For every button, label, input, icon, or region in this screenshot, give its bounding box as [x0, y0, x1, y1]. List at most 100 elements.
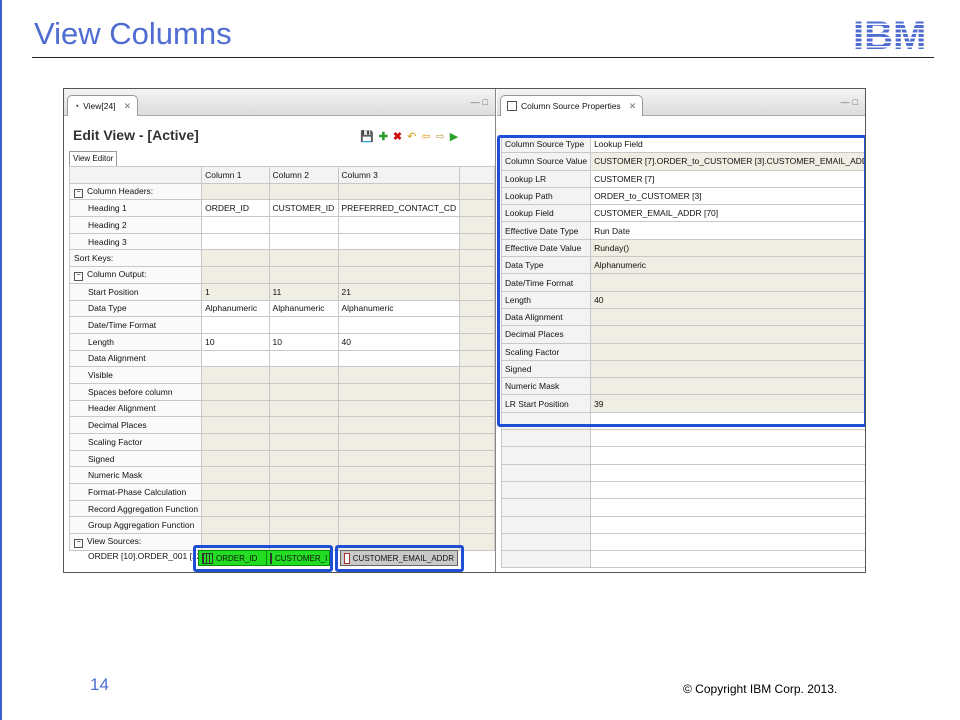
undo-icon[interactable]: ↶ — [407, 130, 416, 143]
source-cell-column-3[interactable]: CUSTOMER_EMAIL_ADDR — [340, 550, 458, 566]
column-header-2[interactable]: Column 2 — [268, 166, 339, 184]
grid-cell[interactable] — [201, 366, 270, 384]
grid-cell[interactable] — [268, 516, 339, 535]
grid-cell[interactable] — [337, 433, 461, 451]
grid-cell[interactable]: Alphanumeric — [201, 299, 270, 318]
tab-view[interactable]: ◔ View[24] ✕ — [67, 95, 139, 116]
delete-icon[interactable]: ✖ — [393, 130, 402, 143]
column-header-3[interactable]: Column 3 — [337, 166, 461, 184]
grid-header-row: Column 1 Column 2 Column 3 — [68, 166, 495, 184]
minimize-icon[interactable]: — — [841, 97, 853, 107]
grid-cell[interactable] — [268, 483, 339, 501]
grid-cell[interactable]: 11 — [268, 282, 339, 301]
table-row: Numeric Mask — [68, 466, 495, 485]
back-icon[interactable]: ⇦ — [421, 130, 430, 143]
property-value[interactable] — [590, 480, 865, 500]
grid-cell[interactable]: PREFERRED_CONTACT_CD — [337, 199, 461, 218]
grid-cell[interactable] — [337, 399, 461, 418]
grid-cell[interactable]: 10 — [268, 332, 339, 351]
property-value[interactable] — [590, 429, 865, 448]
grid-cell[interactable] — [268, 416, 339, 434]
close-icon[interactable]: ✕ — [629, 101, 637, 112]
grid-cell[interactable] — [337, 232, 461, 251]
grid-cell[interactable] — [337, 466, 461, 485]
grid-cell[interactable] — [337, 182, 461, 201]
grid-cell[interactable] — [268, 249, 339, 268]
grid-cell[interactable] — [201, 449, 270, 468]
close-icon[interactable]: ✕ — [124, 101, 132, 112]
lookup-field-icon — [344, 552, 350, 564]
grid-cell[interactable] — [268, 366, 339, 384]
grid-cell[interactable]: ORDER_ID — [201, 199, 270, 218]
grid-cell[interactable]: 40 — [337, 332, 461, 351]
grid-cell[interactable] — [268, 433, 339, 451]
run-icon[interactable]: ▶ — [450, 130, 458, 143]
grid-cell[interactable] — [337, 382, 461, 401]
forward-icon[interactable]: ⇨ — [436, 130, 445, 143]
collapse-icon[interactable]: − — [74, 271, 83, 281]
grid-cell[interactable] — [268, 449, 339, 468]
grid-cell[interactable] — [201, 382, 270, 401]
source-cell-column-1[interactable]: ORDER_ID — [198, 550, 267, 566]
add-icon[interactable]: ✚ — [379, 130, 388, 143]
grid-cell[interactable] — [337, 366, 461, 384]
field-icon — [270, 552, 272, 564]
grid-cell[interactable] — [268, 349, 339, 368]
grid-cell[interactable]: CUSTOMER_ID — [268, 199, 339, 218]
grid-cell[interactable] — [201, 483, 270, 501]
source-cell-column-2[interactable]: CUSTOMER_I — [266, 550, 330, 566]
grid-cell[interactable] — [201, 433, 270, 451]
grid-cell[interactable] — [268, 466, 339, 485]
grid-cell[interactable] — [337, 266, 461, 284]
grid-cell[interactable] — [201, 466, 270, 485]
grid-cell[interactable] — [201, 316, 270, 334]
collapse-icon[interactable]: − — [74, 188, 83, 198]
grid-cell[interactable] — [201, 232, 270, 251]
property-value[interactable] — [590, 498, 865, 517]
property-value[interactable] — [590, 550, 865, 569]
grid-cell[interactable] — [268, 232, 339, 251]
save-icon[interactable]: 💾 — [360, 130, 374, 143]
grid-cell[interactable] — [268, 499, 339, 518]
grid-cell[interactable] — [268, 216, 339, 234]
grid-cell[interactable] — [201, 349, 270, 368]
grid-cell[interactable] — [201, 516, 270, 535]
grid-cell[interactable] — [268, 316, 339, 334]
property-value[interactable] — [590, 463, 865, 482]
grid-cell[interactable] — [337, 249, 461, 268]
property-value[interactable] — [590, 446, 865, 465]
column-header-1[interactable]: Column 1 — [201, 166, 270, 184]
grid-cell[interactable]: 1 — [201, 282, 270, 301]
grid-cell[interactable] — [201, 266, 270, 284]
grid-cell[interactable] — [337, 316, 461, 334]
grid-cell[interactable] — [201, 399, 270, 418]
grid-cell[interactable]: Alphanumeric — [268, 299, 339, 318]
tab-column-source-properties[interactable]: Column Source Properties ✕ — [500, 95, 644, 116]
grid-cell[interactable] — [337, 483, 461, 501]
minimize-icon[interactable]: — — [471, 97, 483, 107]
grid-cell[interactable] — [201, 249, 270, 268]
grid-cell[interactable] — [201, 416, 270, 434]
grid-cell[interactable]: Alphanumeric — [337, 299, 461, 318]
grid-cell[interactable]: 21 — [337, 282, 461, 301]
grid-cell[interactable] — [337, 349, 461, 368]
grid-cell[interactable] — [268, 266, 339, 284]
grid-cell[interactable]: 10 — [201, 332, 270, 351]
maximize-icon[interactable]: □ — [853, 97, 861, 107]
grid-cell[interactable] — [201, 182, 270, 201]
grid-cell[interactable] — [337, 416, 461, 434]
grid-cell[interactable] — [268, 399, 339, 418]
grid-cell[interactable] — [337, 216, 461, 234]
maximize-icon[interactable]: □ — [483, 97, 491, 107]
tab-view-editor[interactable]: View Editor — [69, 151, 118, 166]
grid-cell[interactable] — [201, 499, 270, 518]
grid-cell[interactable] — [268, 382, 339, 401]
property-value[interactable] — [590, 515, 865, 534]
property-value[interactable] — [590, 532, 865, 552]
grid-cell[interactable] — [201, 216, 270, 234]
grid-cell[interactable] — [337, 449, 461, 468]
grid-cell[interactable] — [337, 499, 461, 518]
grid-cell[interactable] — [268, 182, 339, 201]
grid-cell[interactable] — [337, 516, 461, 535]
tab-properties-label: Column Source Properties — [521, 101, 621, 111]
